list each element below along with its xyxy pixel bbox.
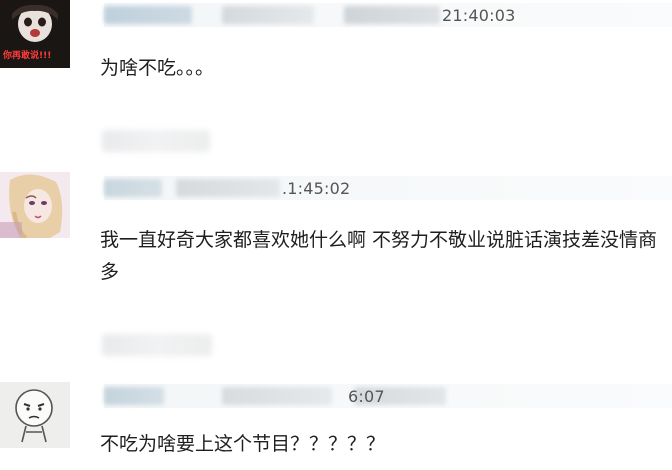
reply-actions-blur [102,334,212,356]
avatar[interactable] [0,382,70,448]
comment-text: 为啥不吃。。。 [100,57,215,79]
comment-text: 不吃为啥要上这个节目？？？？？ [100,433,386,455]
cartoon-face-avatar-icon [0,382,70,448]
comment-timestamp: 21:40:03 [442,6,516,25]
comment-meta: .1:45:02 [104,176,672,200]
avatar[interactable]: 你再敢说!!! [0,0,70,68]
avatar-caption: 你再敢说!!! [3,51,52,61]
comment-meta: 21:40:03 [104,3,672,27]
date-blur [176,179,280,197]
comment-timestamp: .1:45:02 [282,179,351,198]
comment-item: 6:07 不吃为啥要上这个节目？？？？？ [0,376,672,470]
username-blur [222,387,332,405]
comment-feed: 你再敢说!!! 21:40:03 为啥不吃。。。 .1:45:02 我一直好奇大… [0,0,672,470]
comment-timestamp: 6:07 [348,387,385,406]
comment-text: 我一直好奇大家都喜欢她什么啊 不努力不敬业说脏话演技差没情商多 [100,229,658,283]
username-blur [222,6,314,24]
avatar[interactable] [0,172,70,238]
anime-girl-avatar-icon [0,172,70,238]
comment-meta: 6:07 [104,384,672,408]
reply-actions-blur [102,130,210,152]
username-blur[interactable] [104,387,164,405]
date-blur [344,6,440,24]
username-blur[interactable] [104,179,162,197]
username-blur[interactable] [104,6,192,24]
comment-item: .1:45:02 我一直好奇大家都喜欢她什么啊 不努力不敬业说脏话演技差没情商多 [0,168,672,368]
comment-item: 你再敢说!!! 21:40:03 为啥不吃。。。 [0,0,672,160]
